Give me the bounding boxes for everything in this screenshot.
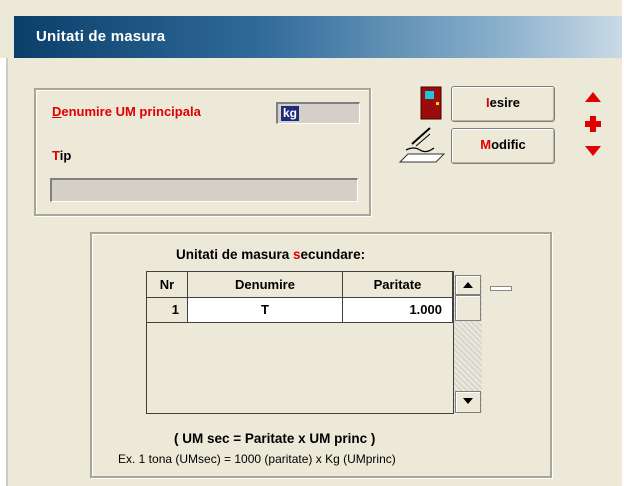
secondary-units-table: Nr Denumire Paritate 1 T 1.000: [146, 271, 454, 414]
row-1-nr[interactable]: 1: [147, 298, 188, 323]
column-header-paritate[interactable]: Paritate: [343, 272, 453, 298]
iesire-button[interactable]: Iesire: [451, 86, 555, 122]
title-bar: Unitati de masura: [14, 16, 622, 58]
arrow-down-icon[interactable]: [585, 146, 601, 156]
secondary-title: Unitati de masura secundare:: [176, 247, 366, 262]
scroll-up-icon: [463, 282, 473, 288]
scroll-up-button[interactable]: [455, 275, 481, 295]
um-principala-value: kg: [281, 106, 300, 121]
arrow-up-icon[interactable]: [585, 92, 601, 102]
splitter-handle[interactable]: [490, 286, 512, 291]
column-header-denumire[interactable]: Denumire: [188, 272, 343, 298]
scroll-down-button[interactable]: [455, 391, 481, 413]
modific-button[interactable]: Modific: [451, 128, 555, 164]
um-principala-input[interactable]: kg: [276, 102, 360, 124]
table-scrollbar[interactable]: [454, 275, 482, 413]
row-1-denumire[interactable]: T: [188, 298, 343, 323]
tip-label: Tip: [52, 148, 72, 163]
window-title: Unitati de masura: [36, 28, 166, 45]
scroll-down-icon: [463, 398, 473, 404]
row-1-paritate[interactable]: 1.000: [343, 298, 453, 323]
left-margin: [0, 58, 8, 486]
formula-text: ( UM sec = Paritate x UM princ ): [174, 431, 376, 446]
column-header-nr[interactable]: Nr: [147, 272, 188, 298]
scroll-thumb[interactable]: [455, 295, 481, 321]
dialog-window: Unitati de masura Denumire UM principala…: [0, 0, 622, 486]
plus-icon[interactable]: [585, 116, 601, 132]
denumire-label: Denumire UM principala: [52, 104, 201, 119]
tip-input[interactable]: [50, 178, 358, 202]
example-text: Ex. 1 tona (UMsec) = 1000 (paritate) x K…: [118, 452, 396, 466]
edit-pen-icon[interactable]: [396, 124, 448, 168]
door-exit-icon[interactable]: [419, 86, 443, 120]
